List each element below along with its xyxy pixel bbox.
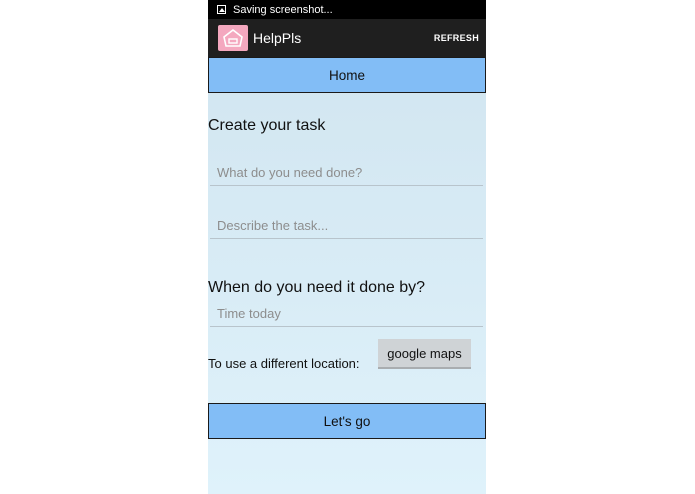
phone-screen: Saving screenshot... HelpPls REFRESH Hom…: [208, 0, 486, 494]
task-input[interactable]: [210, 161, 483, 183]
description-input[interactable]: [210, 214, 483, 236]
status-text: Saving screenshot...: [233, 3, 333, 16]
action-bar: HelpPls REFRESH: [208, 19, 486, 57]
description-field[interactable]: [210, 214, 483, 239]
refresh-button[interactable]: REFRESH: [434, 19, 479, 57]
create-task-heading: Create your task: [208, 117, 326, 134]
time-field[interactable]: [210, 302, 483, 327]
app-title: HelpPls: [253, 30, 302, 46]
status-bar: Saving screenshot...: [208, 0, 486, 19]
lets-go-button[interactable]: Let's go: [208, 403, 486, 439]
location-label: To use a different location:: [208, 356, 360, 371]
deadline-heading: When do you need it done by?: [208, 279, 426, 296]
house-icon[interactable]: [218, 25, 248, 51]
home-button[interactable]: Home: [208, 57, 486, 93]
image-icon: [217, 5, 226, 14]
time-input[interactable]: [210, 302, 483, 324]
google-maps-button[interactable]: google maps: [378, 339, 471, 369]
task-field[interactable]: [210, 161, 483, 186]
